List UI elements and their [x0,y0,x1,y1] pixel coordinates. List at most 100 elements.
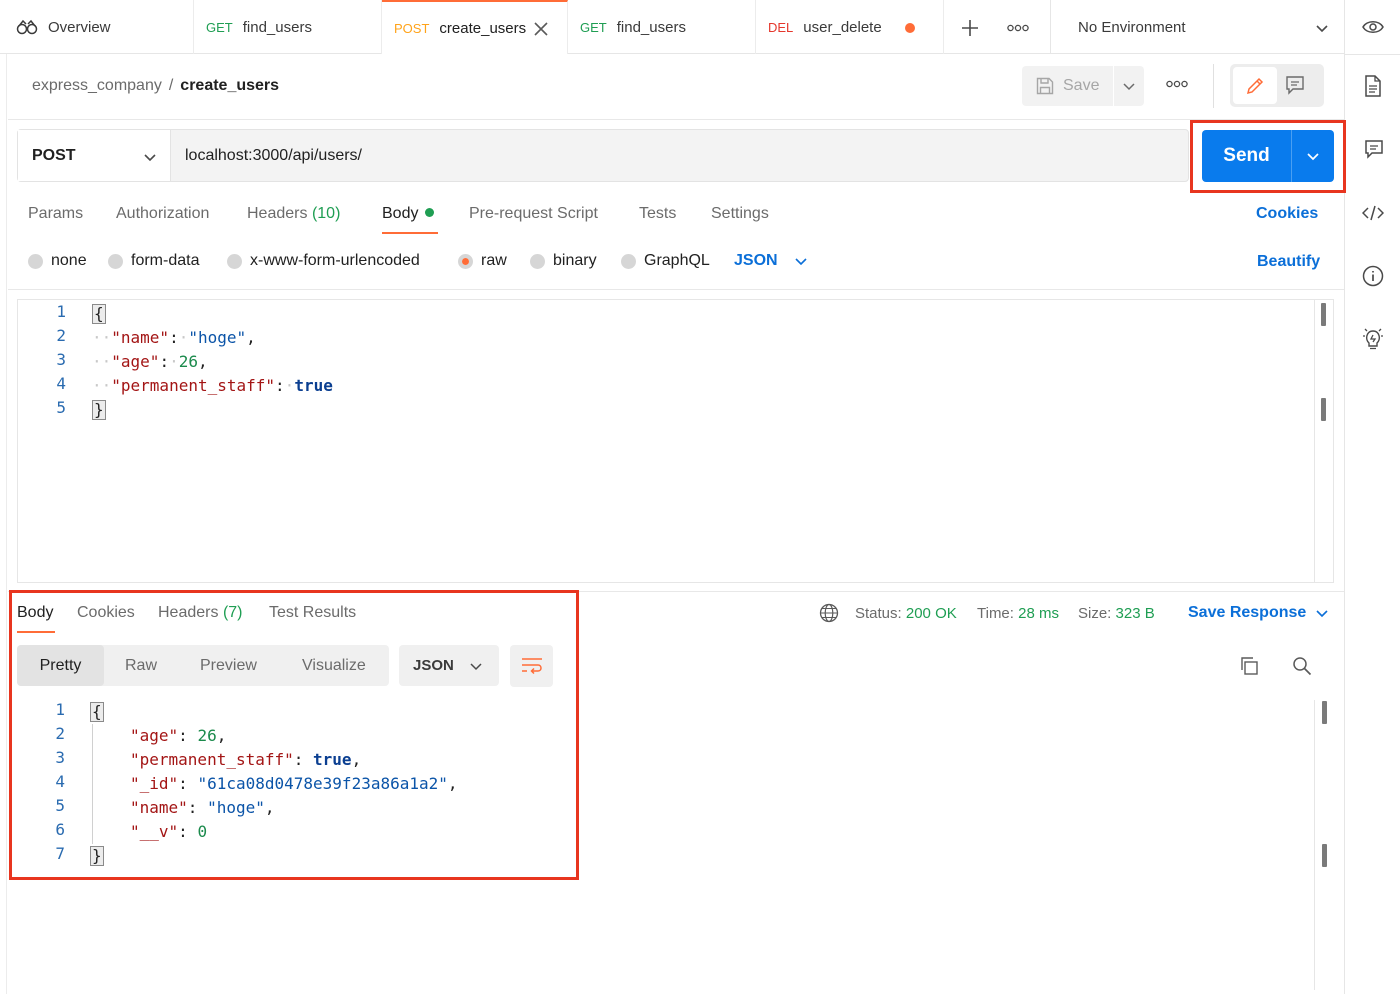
chevron-down-icon [1316,25,1328,33]
line-number: 5 [56,398,66,417]
tab-label: find_users [616,18,686,36]
save-button[interactable]: Save [1022,66,1114,106]
tab-authorization[interactable]: Authorization [116,205,209,223]
tab-bar: Overview GET find_users POST create_user… [0,0,1344,54]
body-format-select[interactable]: JSON [734,252,808,270]
tab-label: Overview [48,18,111,36]
save-response-button[interactable]: Save Response [1188,604,1329,622]
body-indicator-dot [425,208,435,217]
tab-label: find_users [242,18,312,36]
code-line: { [92,302,106,326]
body-format-label: JSON [734,252,778,269]
document-icon[interactable] [1364,75,1382,97]
radio-none[interactable]: none [28,252,87,270]
tab-get-find-users[interactable]: GET find_users [194,0,382,54]
header-divider [1213,64,1214,108]
tab-settings[interactable]: Settings [711,205,769,223]
headers-count: (10) [311,205,341,222]
breadcrumb-workspace[interactable]: express_company [32,77,162,94]
mode-toggle [1230,64,1324,107]
json-value: true [294,376,333,395]
method-label: POST [32,146,76,164]
rail-divider [1345,54,1400,55]
save-icon [1036,77,1054,95]
copy-icon[interactable] [1239,656,1259,676]
response-status[interactable]: Status: 200 OK [855,605,957,622]
environment-label: No Environment [1078,18,1186,36]
tab-label: user_delete [803,18,882,36]
url-input[interactable]: localhost:3000/api/users/ [171,130,362,181]
radio-circle [108,253,123,269]
tab-body[interactable]: Body [382,205,435,223]
header-divider-line [8,119,1344,120]
radio-graphql[interactable]: GraphQL [621,252,710,270]
chevron-down-icon [1307,153,1319,161]
left-edge-divider [6,54,7,994]
plus-icon[interactable] [960,18,980,38]
eye-icon[interactable] [1362,19,1384,35]
unsaved-dot [905,23,915,33]
tab-tests[interactable]: Tests [639,205,676,223]
tab-method: GET [206,19,233,35]
response-scrollbar-marker [1322,844,1327,867]
code-line: } [92,398,106,422]
beautify-link[interactable]: Beautify [1257,253,1320,271]
radio-circle [621,253,636,269]
radio-label: binary [553,252,597,269]
tab-prerequest-script[interactable]: Pre-request Script [469,205,598,223]
close-brace: } [92,400,106,420]
tab-method: POST [394,20,430,36]
tab-overview[interactable]: Overview [0,0,194,54]
send-dropdown[interactable] [1292,130,1334,182]
line-number: 1 [56,302,66,321]
response-size[interactable]: Size: 323 B [1078,605,1155,622]
radio-label: form-data [131,252,200,269]
tab-method: GET [580,19,607,35]
close-icon[interactable] [533,21,549,37]
lightbulb-icon[interactable] [1362,327,1384,351]
cookies-link[interactable]: Cookies [1256,205,1318,223]
tab-params[interactable]: Params [28,205,83,223]
comment-icon[interactable] [1285,75,1305,95]
save-button-group: Save [1022,66,1144,106]
radio-circle-selected [458,253,473,269]
breadcrumb-current[interactable]: create_users [180,77,279,94]
chevron-down-icon [795,258,807,266]
info-icon[interactable] [1362,265,1384,287]
line-number: 2 [56,326,66,345]
save-label: Save [1063,77,1100,94]
status-label: Status: [855,605,902,622]
breadcrumb: express_company / create_users [32,77,279,95]
radio-binary[interactable]: binary [530,252,597,270]
more-icon[interactable] [1007,24,1029,32]
environment-selector[interactable]: No Environment [1050,0,1344,54]
tab-del-user-delete[interactable]: DEL user_delete [756,0,944,54]
send-button[interactable]: Send [1202,130,1292,182]
chevron-down-icon [1123,83,1135,91]
editor-scrollbar-thumb[interactable] [1321,303,1326,326]
method-select[interactable]: POST [18,130,171,181]
edit-mode-button[interactable] [1233,67,1277,104]
more-icon[interactable] [1166,80,1188,88]
tab-get-find-users-2[interactable]: GET find_users [568,0,756,54]
radio-x-www-form-urlencoded[interactable]: x-www-form-urlencoded [227,252,420,270]
radio-label: none [51,252,87,269]
response-scrollbar-thumb[interactable] [1322,701,1327,724]
search-icon[interactable] [1292,656,1312,676]
request-body-editor[interactable]: 1 2 3 4 5 { ··"name":·"hoge", ··"age":·2… [17,299,1334,583]
chevron-down-icon [144,154,156,162]
comment-icon[interactable] [1364,139,1384,159]
time-value: 28 ms [1018,605,1059,622]
tab-post-create-users[interactable]: POST create_users [382,0,568,54]
code-line: ··"permanent_staff":·true [92,376,333,395]
tab-headers[interactable]: Headers (10) [247,205,340,223]
tab-method: DEL [768,19,794,35]
radio-form-data[interactable]: form-data [108,252,199,270]
save-dropdown[interactable] [1114,79,1144,93]
globe-icon[interactable] [819,603,839,623]
chevron-down-icon [1316,610,1328,618]
response-time[interactable]: Time: 28 ms [977,605,1059,622]
editor-scrollbar-marker [1321,398,1326,421]
radio-raw[interactable]: raw [458,252,507,270]
code-icon[interactable] [1362,204,1384,222]
